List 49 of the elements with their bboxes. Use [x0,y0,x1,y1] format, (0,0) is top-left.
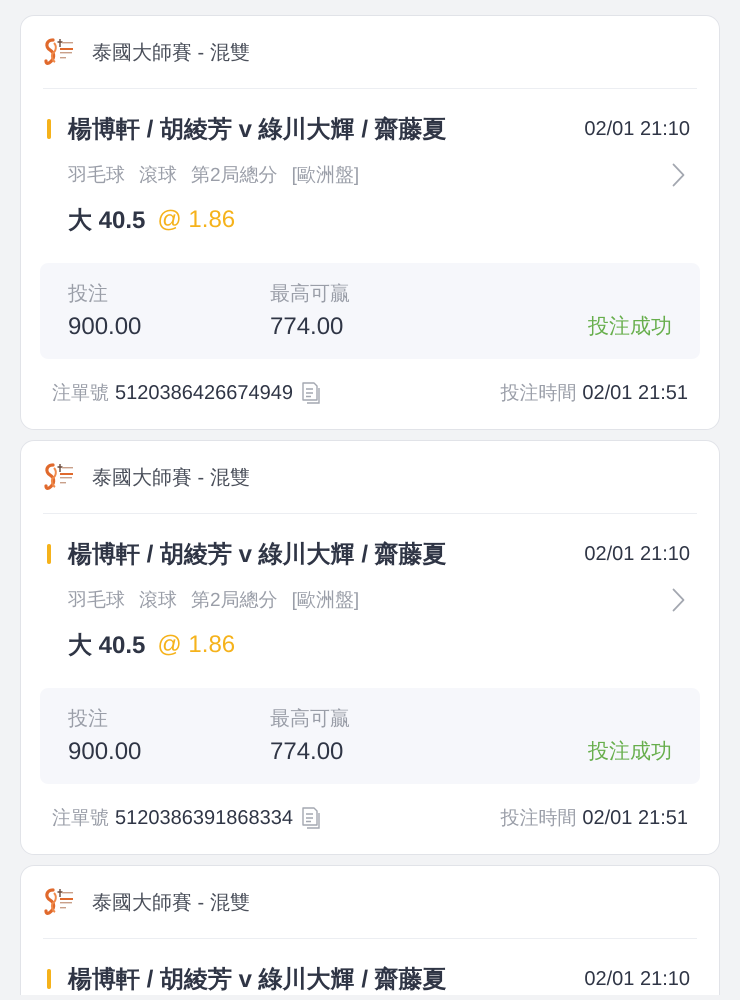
odds-text: @ 1.86 [157,631,236,659]
ticket-number: 5120386426674949 [115,382,293,404]
stake-label: 投注 [68,707,109,732]
market-detail: 羽毛球 [68,589,125,613]
match-title: 楊博軒 / 胡綾芳 v 綠川大輝 / 齋藤夏 [68,965,447,995]
selection-text: 大 40.5 [68,631,146,661]
market-detail: 滾球 [139,164,177,188]
start-time: 02/01 21:10 [584,542,690,566]
copy-icon[interactable] [302,807,320,829]
ticket-number: 5120386391868334 [115,806,293,830]
max-win-amount: 774.00 [270,737,344,767]
chevron-right-icon[interactable] [672,588,685,612]
market-detail: [歐洲盤] [292,164,360,188]
league-title: 泰國大師賽 - 混雙 [92,40,250,66]
match-title: 楊博軒 / 胡綾芳 v 綠川大輝 / 齋藤夏 [68,540,447,570]
accent-bar-icon [47,544,51,564]
market-detail: 第2局總分 [191,164,278,188]
logo-icon [43,462,75,492]
stake-label: 投注 [68,282,109,307]
logo-icon [43,37,75,67]
bet-time-label: 投注時間 [500,382,576,406]
stake-amount: 900.00 [68,312,142,342]
start-time: 02/01 21:10 [584,968,690,990]
chevron-right-icon[interactable] [672,163,685,187]
accent-bar-icon [47,119,51,139]
status-text: 投注成功 [588,739,672,765]
bet-time-label: 投注時間 [500,807,576,831]
league-title: 泰國大師賽 - 混雙 [92,466,250,490]
ticket-label: 注單號 [52,807,109,831]
status-text: 投注成功 [588,314,672,340]
league-title: 泰國大師賽 - 混雙 [92,890,250,916]
start-time: 02/01 21:10 [584,118,690,140]
ticket-label: 注單號 [52,382,109,406]
stake-amount: 900.00 [68,737,142,767]
max-win-label: 最高可贏 [270,707,350,732]
match-title: 楊博軒 / 胡綾芳 v 綠川大輝 / 齋藤夏 [68,115,447,145]
max-win-amount: 774.00 [270,312,344,342]
bet-time: 02/01 21:51 [582,382,688,404]
selection-text: 大 40.5 [68,206,146,236]
bet-time: 02/01 21:51 [582,806,688,830]
odds-text: @ 1.86 [157,206,236,234]
logo-icon [43,887,75,917]
max-win-label: 最高可贏 [270,282,350,307]
market-detail: [歐洲盤] [292,589,360,613]
market-detail: 羽毛球 [68,164,125,188]
market-detail: 第2局總分 [191,589,278,613]
market-detail: 滾球 [139,589,177,613]
accent-bar-icon [47,969,51,989]
copy-icon[interactable] [302,382,320,404]
